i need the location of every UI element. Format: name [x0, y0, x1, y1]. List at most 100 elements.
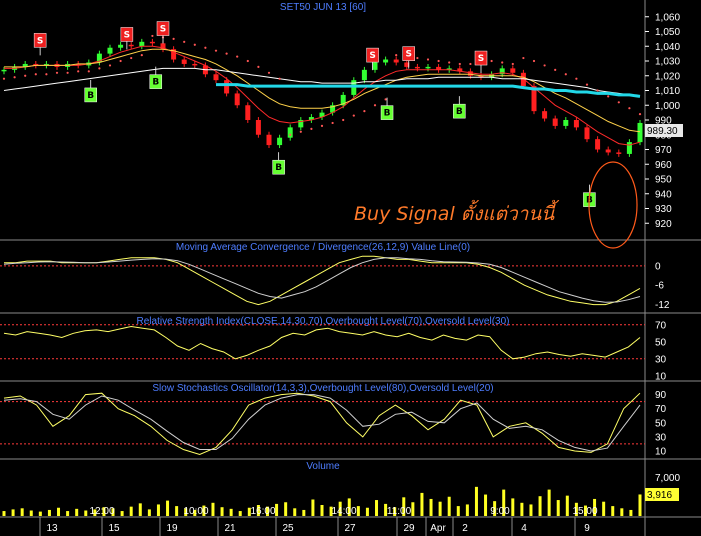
- sar-dot: [501, 61, 504, 64]
- volume-bar: [547, 489, 551, 516]
- sar-dot: [543, 64, 546, 67]
- sar-dot: [98, 67, 101, 70]
- price-candle-body: [213, 74, 219, 81]
- buy-signal-label: B: [152, 78, 159, 88]
- price-candle-body: [139, 41, 145, 47]
- stoch-tick-label: 90: [655, 390, 667, 401]
- price-candle-body: [542, 111, 548, 119]
- sar-dot: [490, 59, 493, 63]
- x-date-label: 21: [224, 523, 236, 534]
- sar-dot: [130, 56, 133, 60]
- sar-dot: [331, 121, 334, 125]
- volume-bar: [166, 500, 170, 516]
- sar-dot: [108, 64, 112, 67]
- price-candle-body: [1, 69, 7, 72]
- sar-dot: [183, 40, 186, 43]
- volume-bar: [220, 507, 224, 516]
- price-candle-body: [573, 120, 579, 128]
- price-candle-body: [383, 59, 389, 63]
- sell-signal-label: S: [37, 36, 43, 46]
- sar-dot: [289, 133, 292, 136]
- sar-dot: [638, 113, 642, 116]
- volume-bar: [602, 501, 606, 516]
- sar-dot: [607, 95, 610, 98]
- volume-bar: [11, 509, 15, 516]
- price-candle-body: [118, 44, 124, 48]
- stoch-tick-label: 50: [655, 418, 667, 429]
- price-tick-label: 960: [655, 160, 672, 171]
- price-candle-body: [414, 66, 420, 69]
- sar-dot: [352, 114, 355, 117]
- macd-tick-label: 0: [655, 261, 661, 272]
- sar-dot: [2, 77, 6, 80]
- sar-dot: [458, 62, 461, 66]
- sell-signal-label: S: [124, 30, 130, 40]
- macd-tick-label: -12: [655, 300, 670, 311]
- sar-dot: [522, 56, 525, 60]
- x-date-label: 15: [108, 523, 120, 534]
- price-candle-body: [563, 120, 569, 126]
- last-volume-label: 3,916: [647, 490, 672, 501]
- volume-bar: [484, 494, 488, 516]
- volume-bar: [284, 502, 288, 516]
- price-tick-label: 1,010: [655, 86, 680, 97]
- price-candle-body: [552, 118, 558, 126]
- sar-dot: [511, 62, 514, 66]
- price-candle-body: [605, 149, 611, 153]
- volume-bar: [20, 508, 24, 516]
- sar-dot: [363, 110, 366, 113]
- x-time-label: 9:00: [490, 506, 510, 517]
- price-candle-body: [224, 80, 230, 94]
- sar-dot: [278, 77, 281, 80]
- price-candle-body: [584, 127, 590, 140]
- price-candle-body: [510, 68, 516, 73]
- price-candle-body: [626, 142, 632, 154]
- volume-bar: [375, 500, 379, 516]
- sar-dot: [66, 71, 69, 74]
- sar-dot: [45, 73, 48, 76]
- volume-bar: [520, 502, 524, 516]
- x-date-label: 19: [166, 523, 178, 534]
- x-date-label: 25: [282, 523, 294, 534]
- volume-bar: [456, 506, 460, 516]
- volume-bar: [147, 509, 151, 516]
- sar-dot: [628, 107, 631, 110]
- volume-bar: [38, 511, 42, 516]
- price-candle-body: [637, 122, 643, 143]
- price-candle-body: [245, 105, 251, 120]
- sar-dot: [564, 73, 567, 76]
- sar-dot: [310, 127, 313, 130]
- price-tick-label: 1,020: [655, 71, 680, 82]
- rsi-tick-label: 50: [655, 337, 667, 348]
- sar-dot: [77, 70, 80, 73]
- sar-dot: [299, 130, 302, 133]
- volume-bar: [75, 508, 79, 516]
- volume-bar: [611, 506, 615, 516]
- volume-bar: [474, 486, 478, 516]
- volume-bar: [120, 511, 124, 516]
- sar-dot: [193, 43, 196, 46]
- price-candle-body: [595, 139, 601, 150]
- volume-bar: [66, 511, 70, 516]
- rsi-panel-title: Relative Strength Index(CLOSE,14,30,70),…: [137, 316, 510, 327]
- volume-bar: [629, 509, 633, 516]
- volume-bar: [438, 501, 442, 516]
- price-tick-label: 1,050: [655, 27, 680, 38]
- volume-bar: [84, 510, 88, 516]
- price-candle-body: [287, 127, 293, 138]
- stoch-tick-label: 10: [655, 447, 667, 458]
- volume-bar: [511, 498, 515, 516]
- volume-bar: [229, 508, 233, 516]
- sar-dot: [267, 71, 271, 74]
- volume-bar: [638, 494, 642, 516]
- volume-bar: [211, 502, 215, 516]
- volume-bar: [156, 504, 160, 516]
- volume-bar: [556, 500, 560, 516]
- volume-bar: [29, 510, 33, 516]
- rsi-tick-label: 70: [655, 320, 667, 331]
- price-tick-label: 1,040: [655, 42, 680, 53]
- x-time-label: 12:00: [89, 506, 114, 517]
- sell-signal-label: S: [160, 25, 166, 35]
- price-candle-body: [361, 69, 367, 81]
- volume-panel-title: Volume: [306, 461, 340, 472]
